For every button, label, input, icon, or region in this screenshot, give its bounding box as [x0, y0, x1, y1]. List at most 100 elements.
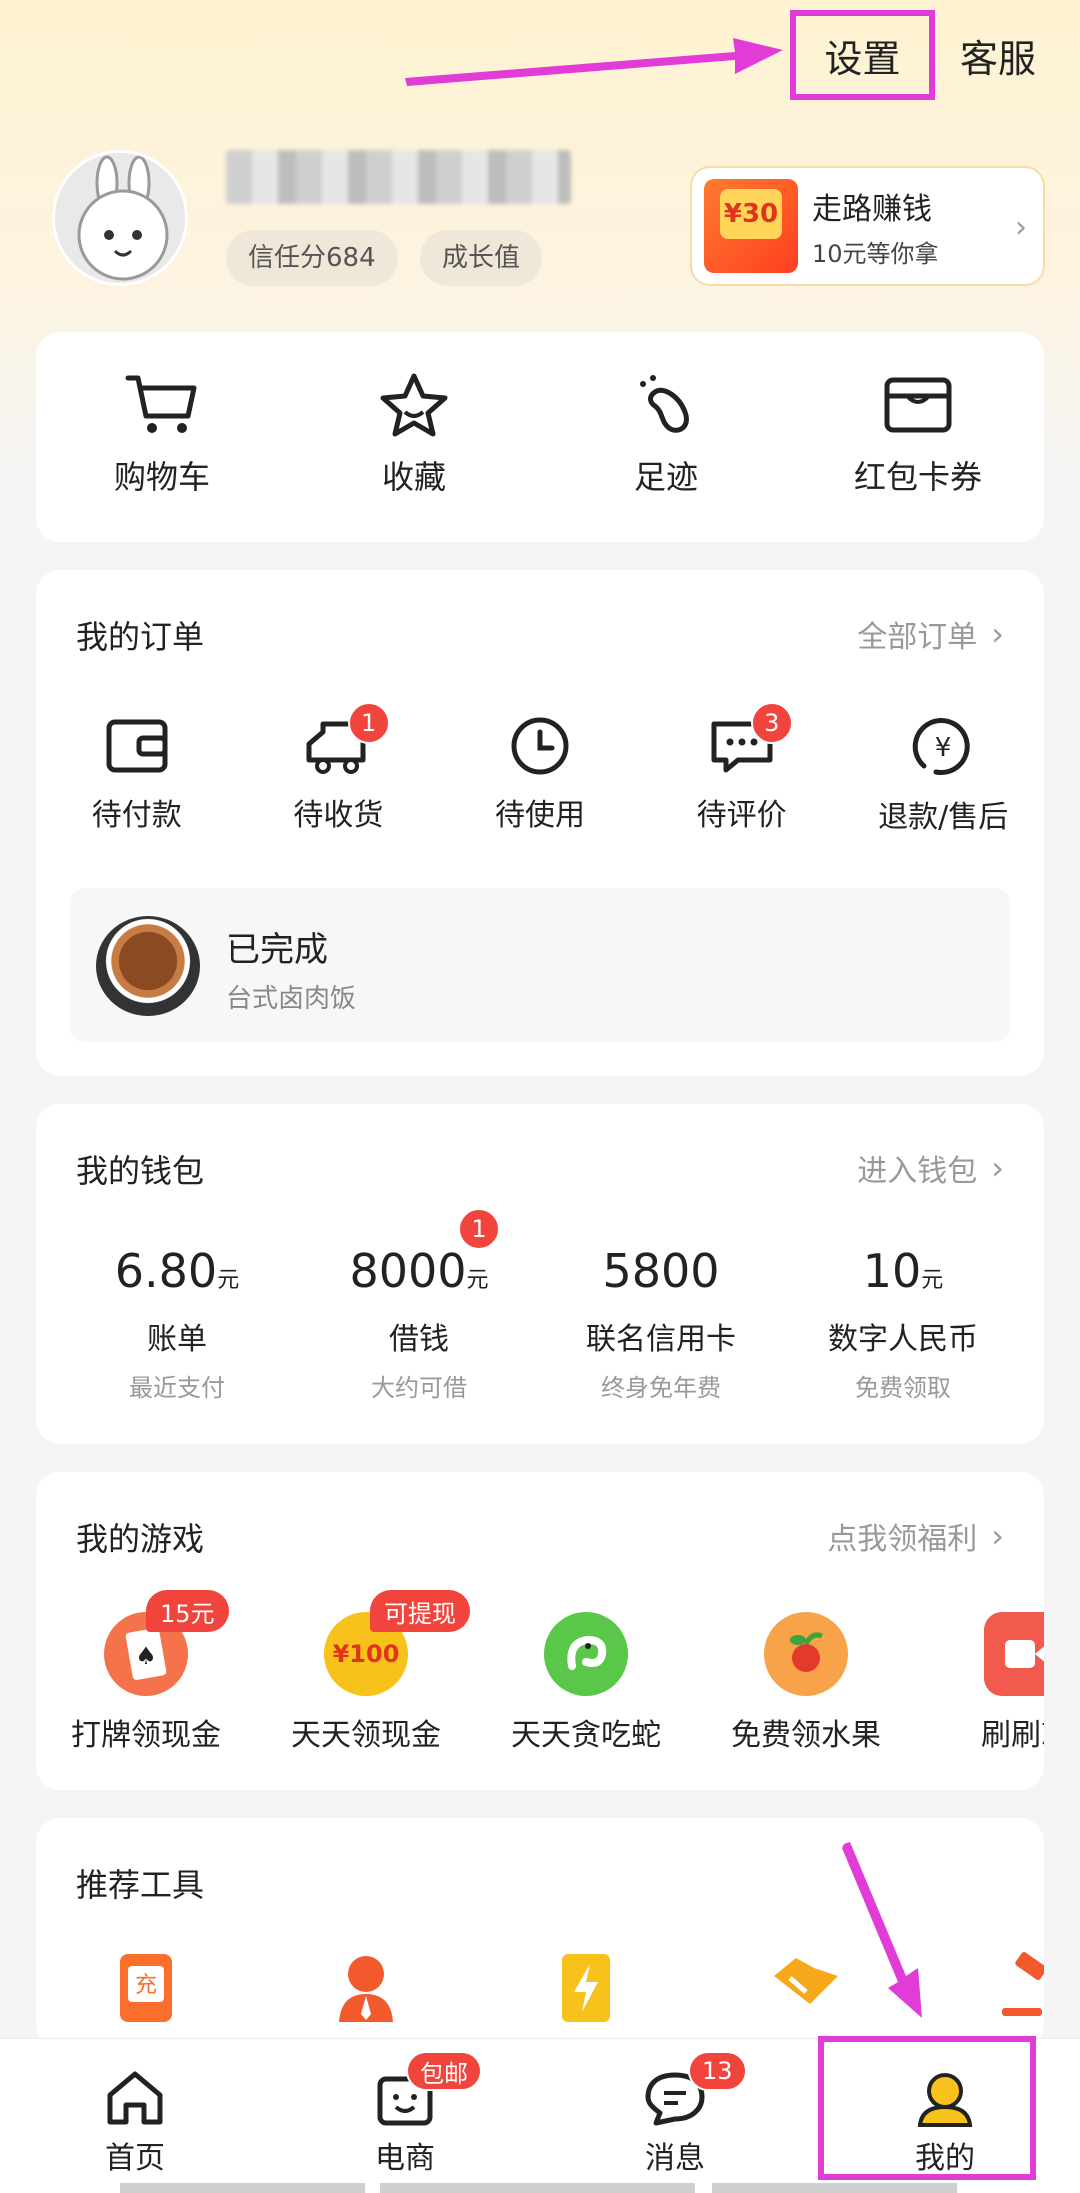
- wallet-label: 账单: [147, 1322, 207, 1357]
- avatar[interactable]: [52, 150, 188, 286]
- wallet-label: 借钱: [389, 1322, 449, 1357]
- top-bar: 设置 客服: [0, 0, 1080, 130]
- walk-earn-promo-card[interactable]: ¥30 走路赚钱 10元等你拿 ›: [690, 166, 1045, 286]
- clock-icon: [511, 717, 569, 775]
- wallet-value: 5800: [602, 1244, 720, 1298]
- wallet-label: 数字人民币: [828, 1322, 978, 1357]
- food-thumbnail: [96, 916, 200, 1016]
- quick-label: 购物车: [113, 458, 210, 496]
- tab-badge: 包邮: [406, 2051, 482, 2091]
- wallet-sub: 终身免年费: [601, 1374, 721, 1402]
- quick-label: 足迹: [633, 458, 698, 496]
- tool-item-person[interactable]: [256, 1952, 476, 2024]
- game-item-cash[interactable]: ¥100 可提现 天天领现金: [256, 1590, 476, 1754]
- order-label: 待收货: [293, 798, 384, 833]
- game-label: 免费领水果: [731, 1718, 881, 1753]
- star-icon: [380, 373, 448, 437]
- settings-button[interactable]: 设置: [790, 10, 935, 100]
- quick-label: 收藏: [381, 458, 446, 496]
- wallet-title: 我的钱包: [76, 1152, 205, 1190]
- wallet-icon: [106, 719, 168, 773]
- completed-order-row[interactable]: 已完成 台式卤肉饭: [70, 888, 1010, 1042]
- wallet-item-credit-card[interactable]: 5800 联名信用卡 终身免年费: [540, 1244, 782, 1403]
- cart-icon: [125, 375, 197, 433]
- order-item-refund[interactable]: ¥ 退款/售后: [842, 716, 1044, 836]
- promo-amount: ¥30: [720, 189, 782, 239]
- wallet-item-loan[interactable]: 8000元 1 借钱 大约可借: [298, 1208, 540, 1403]
- quick-item-favorites[interactable]: 收藏: [288, 372, 540, 498]
- svg-text:¥: ¥: [935, 733, 952, 763]
- tools-title: 推荐工具: [76, 1866, 205, 1904]
- handshake-icon: [774, 1958, 838, 2004]
- order-item-to-review[interactable]: 3 待评价: [641, 702, 843, 836]
- tool-item-recharge[interactable]: 充: [36, 1952, 256, 2024]
- promo-subtitle: 10元等你拿: [812, 239, 939, 268]
- orders-title: 我的订单: [76, 618, 205, 656]
- game-badge: 可提现: [370, 1590, 470, 1632]
- home-indicator: [380, 2183, 695, 2193]
- tab-label: 消息: [645, 2141, 705, 2176]
- fruit-icon: [764, 1612, 848, 1696]
- games-welfare-label: 点我领福利: [827, 1522, 978, 1557]
- phone-recharge-icon: 充: [120, 1954, 172, 2022]
- svg-text:♠: ♠: [135, 1642, 157, 1670]
- chevron-right-icon: ›: [1015, 210, 1027, 245]
- wallet-label: 联名信用卡: [586, 1322, 736, 1357]
- games-title: 我的游戏: [76, 1520, 205, 1558]
- customer-service-button[interactable]: 客服: [960, 28, 1036, 83]
- wallet-sub: 大约可借: [371, 1374, 467, 1402]
- tab-badge: 13: [688, 2051, 747, 2091]
- annotation-arrow: [405, 38, 783, 86]
- game-item-snake[interactable]: 天天贪吃蛇: [476, 1612, 696, 1754]
- tool-item-power[interactable]: [476, 1952, 696, 2024]
- order-item-to-use[interactable]: 待使用: [439, 716, 641, 836]
- trust-score-tag[interactable]: 信任分684: [226, 230, 398, 286]
- loan-badge: 1: [458, 1208, 500, 1250]
- pending-receipt-badge: 1: [347, 702, 390, 744]
- game-item-video[interactable]: 刷刷就: [916, 1612, 1044, 1754]
- wallet-unit: 元: [217, 1268, 240, 1293]
- all-orders-link[interactable]: 全部订单 ›: [857, 612, 1004, 656]
- game-badge: 15元: [146, 1590, 229, 1632]
- order-label: 待使用: [494, 798, 585, 833]
- tab-label: 电商: [375, 2141, 435, 2176]
- enter-wallet-link[interactable]: 进入钱包 ›: [857, 1146, 1004, 1190]
- tab-home[interactable]: 首页: [0, 2039, 270, 2193]
- order-label: 待付款: [91, 798, 182, 833]
- username-blurred: [226, 150, 571, 204]
- quick-item-footprint[interactable]: 足迹: [540, 372, 792, 498]
- footprint-icon: [640, 375, 689, 433]
- wallet-item-digital-rmb[interactable]: 10元 数字人民币 免费领取: [782, 1244, 1024, 1403]
- to-review-badge: 3: [750, 702, 793, 744]
- wallet-item-bill[interactable]: 6.80元 账单 最近支付: [56, 1244, 298, 1403]
- all-orders-label: 全部订单: [857, 620, 978, 655]
- wallet-value: 10: [862, 1244, 922, 1298]
- home-icon: [107, 2071, 163, 2125]
- quick-item-coupons[interactable]: 红包卡券: [792, 372, 1044, 498]
- growth-value-tag[interactable]: 成长值: [420, 230, 543, 286]
- red-envelope-icon: ¥30: [704, 179, 798, 273]
- game-label: 打牌领现金: [71, 1718, 221, 1753]
- wallet-unit: 元: [921, 1268, 944, 1293]
- enter-wallet-label: 进入钱包: [857, 1154, 978, 1189]
- promo-title: 走路赚钱: [812, 191, 932, 227]
- quick-item-cart[interactable]: 购物车: [36, 372, 288, 498]
- rabbit-avatar-icon: [55, 153, 185, 283]
- snake-icon: [544, 1612, 628, 1696]
- quick-label: 红包卡券: [853, 458, 982, 496]
- tab-ecommerce[interactable]: 包邮 电商: [270, 2039, 540, 2193]
- tab-messages[interactable]: 13 消息: [540, 2039, 810, 2193]
- game-item-fruit[interactable]: 免费领水果: [696, 1612, 916, 1754]
- order-label: 退款/售后: [878, 800, 1009, 835]
- my-orders-card: 我的订单 全部订单 › 待付款 1 待收货 待使用 3 待评价 ¥ 退款/售后 …: [36, 570, 1044, 1076]
- chevron-right-icon: ›: [991, 615, 1004, 653]
- game-item-cards[interactable]: ♠ 15元 打牌领现金: [36, 1590, 256, 1754]
- order-label: 待评价: [696, 798, 787, 833]
- video-icon: [984, 1612, 1044, 1696]
- completed-order-status: 已完成: [226, 930, 328, 970]
- game-label: 天天贪吃蛇: [511, 1718, 661, 1753]
- order-item-pending-receipt[interactable]: 1 待收货: [238, 702, 440, 836]
- games-welfare-link[interactable]: 点我领福利 ›: [827, 1514, 1004, 1558]
- order-item-pending-payment[interactable]: 待付款: [36, 716, 238, 836]
- person-icon: [339, 1956, 393, 2022]
